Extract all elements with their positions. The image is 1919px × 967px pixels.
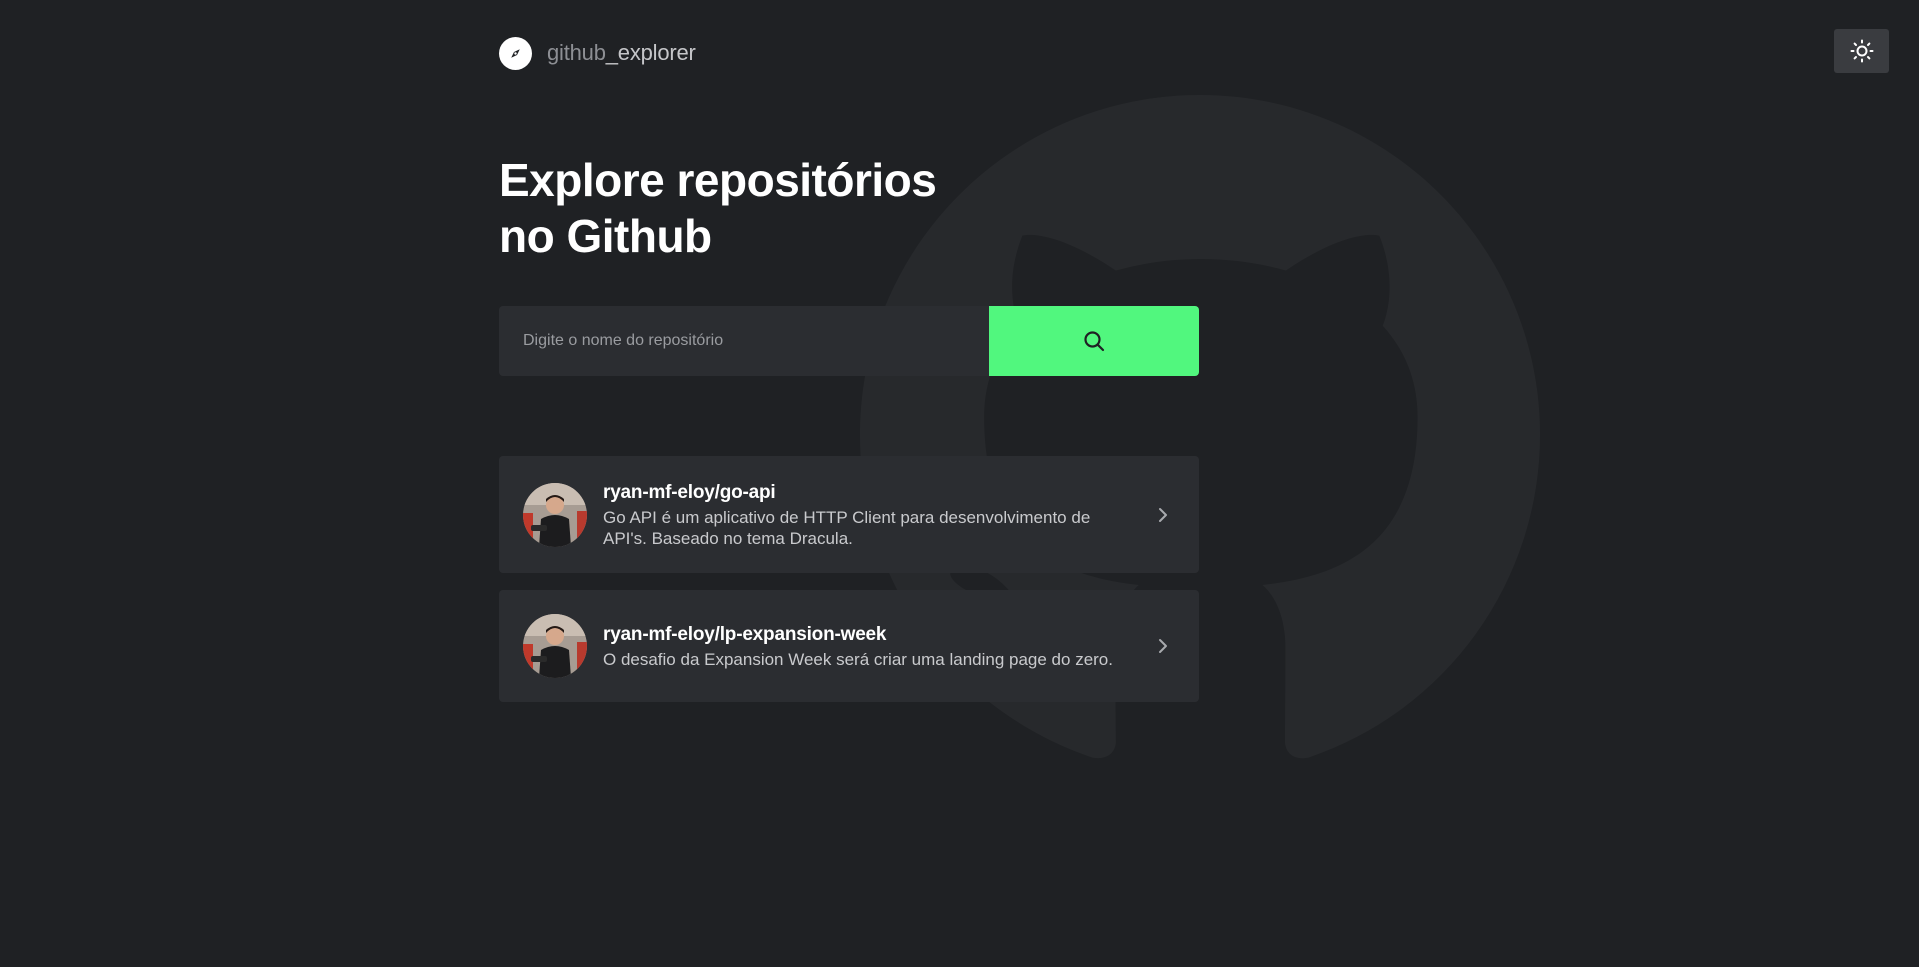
search-form: [499, 306, 1199, 376]
logo-text-github: github: [547, 40, 606, 65]
repository-card-go-api[interactable]: ryan-mf-eloy/go-api Go API é um aplicati…: [499, 456, 1199, 573]
page-title-line-1: Explore repositórios: [499, 154, 937, 206]
search-button[interactable]: [989, 306, 1199, 376]
logo-text-explorer: _explorer: [605, 40, 696, 65]
repository-info: ryan-mf-eloy/lp-expansion-week O desafio…: [603, 623, 1139, 670]
compass-icon: [499, 36, 532, 70]
repository-description: Go API é um aplicativo de HTTP Client pa…: [603, 507, 1091, 548]
repository-card-lp-expansion-week[interactable]: ryan-mf-eloy/lp-expansion-week O desafio…: [499, 590, 1199, 702]
repository-search-input[interactable]: [499, 306, 989, 376]
theme-toggle-button[interactable]: [1834, 29, 1889, 73]
repository-list: ryan-mf-eloy/go-api Go API é um aplicati…: [499, 456, 1199, 702]
page-title: Explore repositórios no Github: [499, 152, 1059, 264]
avatar: [523, 482, 587, 547]
repository-name: ryan-mf-eloy/lp-expansion-week: [603, 623, 887, 645]
repository-name: ryan-mf-eloy/go-api: [603, 481, 776, 503]
avatar: [523, 614, 587, 678]
search-icon: [1084, 331, 1105, 352]
logo-text: github_explorer: [547, 40, 696, 66]
sun-icon: [1850, 39, 1873, 63]
chevron-right-icon: [1151, 636, 1175, 656]
repository-info: ryan-mf-eloy/go-api Go API é um aplicati…: [603, 481, 1139, 549]
page-title-line-2: no Github: [499, 210, 712, 262]
chevron-right-icon: [1151, 505, 1175, 525]
repository-description: O desafio da Expansion Week será criar u…: [603, 649, 1113, 669]
page: github_explorer Explore repositórios no …: [0, 0, 1919, 967]
app-logo[interactable]: github_explorer: [499, 36, 696, 70]
